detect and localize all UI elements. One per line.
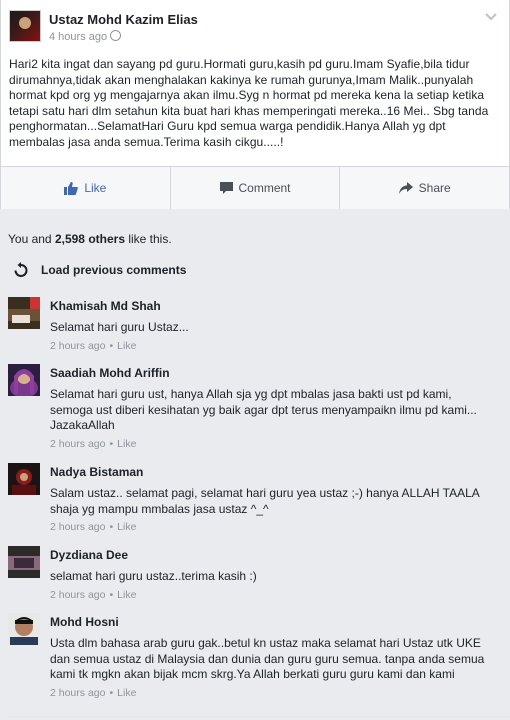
comment-text: Selamat hari guru ust, hanya Allah sja y… xyxy=(50,387,477,432)
comment-label: Comment xyxy=(238,181,291,195)
load-previous-label: Load previous comments xyxy=(41,263,187,277)
comment-time[interactable]: 2 hours ago xyxy=(50,589,105,601)
separator-dot: • xyxy=(109,521,114,533)
comment-body: Mohd Hosni Usta dlm bahasa arab guru gak… xyxy=(50,613,494,700)
author-name[interactable]: Ustaz Mohd Kazim Elias xyxy=(49,12,198,27)
commenter-name[interactable]: Mohd Hosni xyxy=(50,615,119,630)
comment-button[interactable]: Comment xyxy=(171,167,341,209)
separator-dot: • xyxy=(109,437,114,450)
likes-count[interactable]: 2,598 others xyxy=(55,232,125,246)
separator-dot: • xyxy=(109,588,114,601)
post-text: Hari2 kita ingat dan sayang pd guru.Horm… xyxy=(9,57,489,149)
comment-time[interactable]: 2 hours ago xyxy=(50,521,105,533)
comment-time[interactable]: 2 hours ago xyxy=(50,438,105,450)
post-card: Ustaz Mohd Kazim Elias 4 hours ago Hari2… xyxy=(0,0,510,209)
like-button[interactable]: Like xyxy=(1,167,171,209)
likes-suffix: like this. xyxy=(125,232,172,246)
likes-prefix: You and xyxy=(8,232,55,246)
comment-like-link[interactable]: Like xyxy=(117,687,136,699)
commenter-avatar[interactable] xyxy=(8,463,40,495)
commenter-name[interactable]: Saadiah Mohd Ariffin xyxy=(50,366,170,381)
comment-time[interactable]: 2 hours ago xyxy=(50,340,105,352)
commenter-avatar[interactable] xyxy=(8,613,40,645)
commenter-avatar[interactable] xyxy=(8,364,40,398)
bottom-divider xyxy=(8,716,510,717)
globe-icon xyxy=(110,30,122,41)
chevron-down-icon[interactable] xyxy=(485,12,497,22)
post-header: Ustaz Mohd Kazim Elias 4 hours ago xyxy=(9,10,501,46)
like-label: Like xyxy=(84,181,107,195)
separator-dot: • xyxy=(109,686,114,699)
comment-like-link[interactable]: Like xyxy=(117,589,136,601)
share-icon xyxy=(398,182,413,194)
comment-body: Khamisah Md Shah Selamat hari guru Ustaz… xyxy=(50,297,494,353)
comment-like-link[interactable]: Like xyxy=(117,521,136,533)
comment-like-link[interactable]: Like xyxy=(117,438,136,450)
comment-body: Nadya Bistaman Salam ustaz.. selamat pag… xyxy=(50,463,494,534)
post-meta: 4 hours ago xyxy=(49,30,122,43)
comment-meta: 2 hours ago • Like xyxy=(50,589,494,602)
comment-body: Dyzdiana Dee selamat hari guru ustaz..te… xyxy=(50,546,494,602)
comment-text: Salam ustaz.. selamat pagi, selamat hari… xyxy=(50,486,480,516)
thumbs-up-icon xyxy=(64,181,79,195)
commenter-name[interactable]: Nadya Bistaman xyxy=(50,465,143,480)
author-avatar[interactable] xyxy=(9,10,41,42)
comment-meta: 2 hours ago • Like xyxy=(50,687,494,700)
likes-summary: You and 2,598 others like this. xyxy=(8,232,172,246)
commenter-avatar[interactable] xyxy=(8,297,40,329)
comment-time[interactable]: 2 hours ago xyxy=(50,687,105,699)
comment-body: Saadiah Mohd Ariffin Selamat hari guru u… xyxy=(50,364,494,451)
comment-text: selamat hari guru ustaz..terima kasih :) xyxy=(50,569,257,583)
commenter-avatar[interactable] xyxy=(8,546,40,578)
refresh-icon xyxy=(14,262,28,277)
post-actions: Like Comment Share xyxy=(1,166,509,209)
share-label: Share xyxy=(418,181,451,195)
commenter-name[interactable]: Dyzdiana Dee xyxy=(50,548,128,563)
comment-meta: 2 hours ago • Like xyxy=(50,521,494,534)
comment-meta: 2 hours ago • Like xyxy=(50,438,494,451)
comment-meta: 2 hours ago • Like xyxy=(50,340,494,353)
comment-icon xyxy=(219,182,233,194)
load-previous-comments[interactable]: Load previous comments xyxy=(14,261,186,279)
comment-text: Usta dlm bahasa arab guru gak..betul kn … xyxy=(50,636,485,681)
post-time[interactable]: 4 hours ago xyxy=(49,31,107,43)
separator-dot: • xyxy=(109,339,114,352)
commenter-name[interactable]: Khamisah Md Shah xyxy=(50,299,161,314)
share-button[interactable]: Share xyxy=(340,167,509,209)
comment-text: Selamat hari guru Ustaz... xyxy=(50,320,189,334)
comment-like-link[interactable]: Like xyxy=(117,340,136,352)
